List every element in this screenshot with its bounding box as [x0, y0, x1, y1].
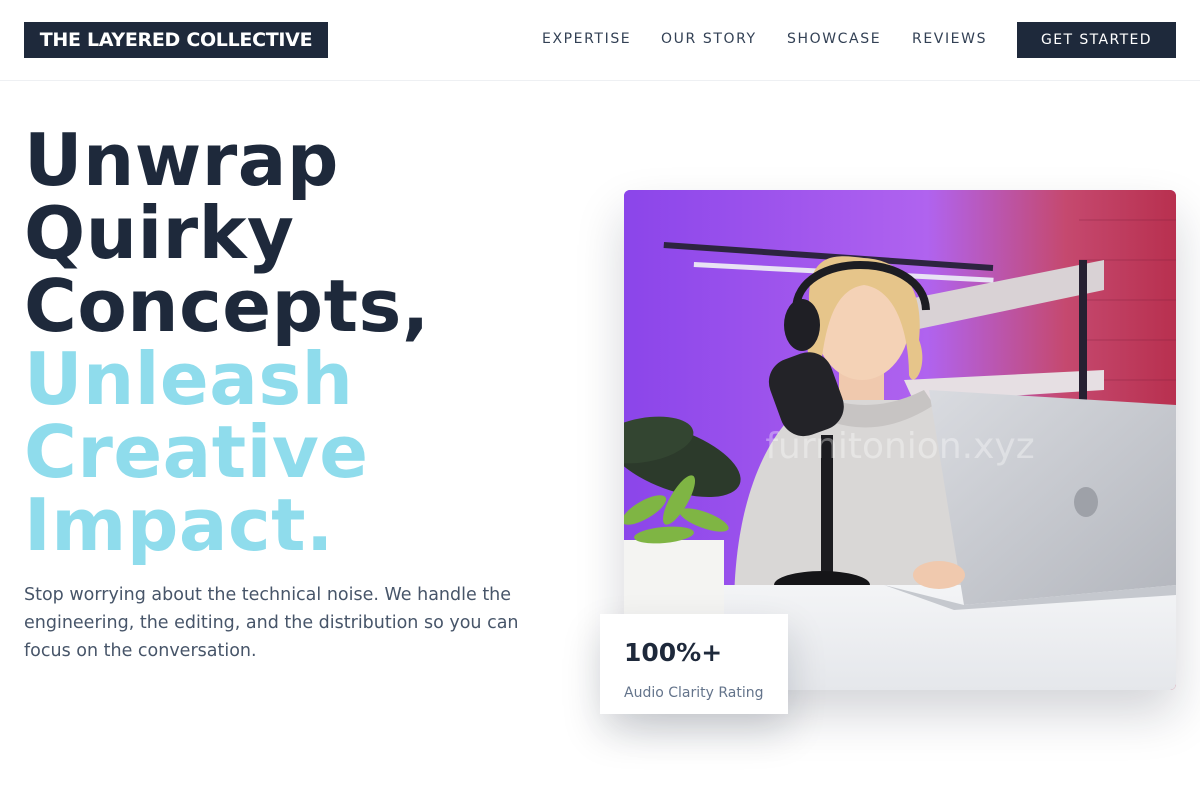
stat-card: 100%+ Audio Clarity Rating: [600, 614, 788, 714]
nav-link-showcase[interactable]: SHOWCASE: [787, 30, 881, 48]
site-header: THE LAYERED COLLECTIVE EXPERTISE OUR STO…: [0, 0, 1200, 81]
headline-line: Concepts,: [24, 264, 430, 348]
nav-link-our-story[interactable]: OUR STORY: [661, 30, 757, 48]
stat-value: 100%+: [624, 638, 723, 667]
nav-link-reviews[interactable]: REVIEWS: [912, 30, 987, 48]
image-watermark: furnitonion.xyz: [765, 426, 1034, 467]
headline-line-accent: Impact.: [24, 483, 334, 567]
stat-label: Audio Clarity Rating: [624, 685, 764, 701]
get-started-button[interactable]: GET STARTED: [1017, 22, 1176, 58]
hero-headline: Unwrap Quirky Concepts, Unleash Creative…: [24, 124, 584, 562]
headline-line-accent: Unleash: [24, 337, 354, 421]
hero-subtext: Stop worrying about the technical noise.…: [24, 585, 519, 661]
site-logo[interactable]: THE LAYERED COLLECTIVE: [24, 22, 328, 58]
headline-line: Quirky: [24, 191, 295, 275]
headline-line-accent: Creative: [24, 410, 369, 494]
headline-line: Unwrap: [24, 118, 339, 202]
nav-link-expertise[interactable]: EXPERTISE: [542, 30, 631, 48]
